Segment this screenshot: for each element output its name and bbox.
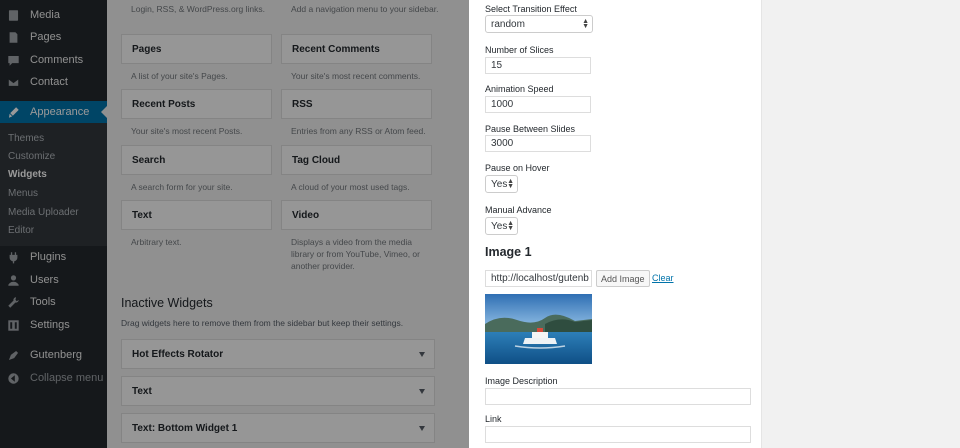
image-description-label: Image Description <box>485 376 558 386</box>
hover-select[interactable]: Yes ▲ ▼ <box>485 175 518 193</box>
slices-label: Number of Slices <box>485 45 554 55</box>
select-value: Yes <box>491 220 508 232</box>
select-value: random <box>491 18 525 30</box>
select-arrows-icon: ▲ ▼ <box>507 220 514 232</box>
animation-speed-label: Animation Speed <box>485 84 554 94</box>
hover-label: Pause on Hover <box>485 163 550 173</box>
right-background <box>762 0 960 448</box>
image-preview <box>485 294 592 364</box>
transition-effect-label: Select Transition Effect <box>485 4 577 14</box>
modal-overlay[interactable] <box>0 0 469 448</box>
slider-settings-panel: Select Transition Effect random ▲ ▼ Numbe… <box>469 0 762 448</box>
select-arrows-icon: ▲ ▼ <box>507 178 514 190</box>
image-url-input[interactable]: http://localhost/gutenb <box>485 270 592 287</box>
add-image-button[interactable]: Add Image <box>596 270 650 287</box>
pause-label: Pause Between Slides <box>485 124 576 134</box>
link-label: Link <box>485 414 502 424</box>
pause-input[interactable]: 3000 <box>485 135 591 152</box>
slices-input[interactable]: 15 <box>485 57 591 74</box>
select-value: Yes <box>491 178 508 190</box>
transition-effect-select[interactable]: random ▲ ▼ <box>485 15 593 33</box>
animation-speed-input[interactable]: 1000 <box>485 96 591 113</box>
link-input[interactable] <box>485 426 751 443</box>
clear-link[interactable]: Clear <box>652 273 674 283</box>
manual-advance-label: Manual Advance <box>485 205 552 215</box>
image-heading: Image 1 <box>485 245 532 259</box>
manual-advance-select[interactable]: Yes ▲ ▼ <box>485 217 518 235</box>
image-description-input[interactable] <box>485 388 751 405</box>
select-arrows-icon: ▲ ▼ <box>582 18 589 30</box>
